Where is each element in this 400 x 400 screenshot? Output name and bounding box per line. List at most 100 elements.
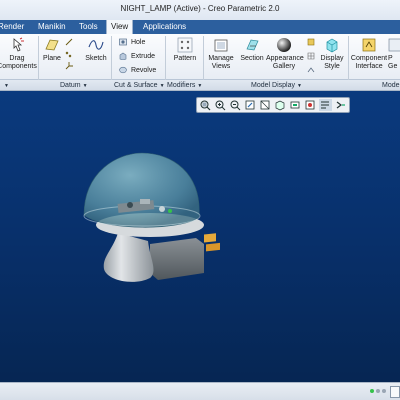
group-datum[interactable]: Datum ▼ <box>60 80 88 91</box>
display-style-label: Display Style <box>320 55 344 70</box>
zoom-in-icon[interactable] <box>214 99 227 111</box>
manage-views-label: Manage Views <box>208 55 234 70</box>
plug-prong-upper <box>204 233 216 243</box>
group-model-partial-label: Mode <box>382 82 400 89</box>
component-interface-button[interactable]: Component Interface <box>350 37 388 71</box>
plane-button[interactable]: Plane <box>40 37 64 63</box>
component-indicator <box>168 209 172 213</box>
revolve-button[interactable]: Revolve <box>119 66 156 75</box>
window-titlebar: NIGHT_LAMP (Active) - Creo Parametric 2.… <box>0 0 400 20</box>
dropdown-caret-icon: ▼ <box>4 83 9 89</box>
section-button[interactable]: Section <box>238 37 266 63</box>
more-icon[interactable] <box>334 99 347 111</box>
display-style-icon[interactable] <box>274 99 287 111</box>
axis-button[interactable] <box>65 38 75 47</box>
repaint-icon[interactable] <box>244 99 257 111</box>
component-interface-label: Component Interface <box>350 55 388 70</box>
dropdown-caret-icon: ▼ <box>82 83 88 89</box>
datum-display-icon[interactable] <box>289 99 302 111</box>
partial-label-2: Ge <box>388 63 398 70</box>
night-lamp-model[interactable] <box>0 91 400 382</box>
window-title: NIGHT_LAMP (Active) - Creo Parametric 2.… <box>120 4 280 13</box>
glass-dome <box>83 152 200 228</box>
axis-icon <box>65 38 73 46</box>
section-icon <box>246 39 259 51</box>
revolve-icon <box>119 67 127 74</box>
zoom-out-icon[interactable] <box>229 99 242 111</box>
partial-tool-icon <box>388 38 400 52</box>
tab-manikin[interactable]: Manikin <box>38 20 66 34</box>
tab-view[interactable]: View <box>106 20 134 34</box>
layer-icon <box>307 38 315 46</box>
drag-components-label: Drag Components <box>0 55 37 70</box>
saved-orientations-icon[interactable] <box>259 99 272 111</box>
component-led <box>159 206 165 212</box>
extrude-button[interactable]: Extrude <box>119 52 155 61</box>
spin-center-icon[interactable] <box>304 99 317 111</box>
group-datum-label: Datum <box>60 82 81 89</box>
status-light-icon <box>370 389 374 393</box>
ribbon-group-bar: ▼ Datum ▼ Cut & Surface ▼ Modifiers ▼ Model… <box>0 80 400 91</box>
partial-ribbon-button[interactable]: P Ge <box>388 37 400 71</box>
graphics-viewport[interactable] <box>0 91 400 382</box>
manage-views-button[interactable]: Manage Views <box>205 37 237 71</box>
plug-housing <box>150 238 204 280</box>
ribbon-tab-bar: Render Manikin Tools View Applications <box>0 20 400 34</box>
component-interface-icon <box>362 38 376 52</box>
refit-icon[interactable] <box>199 99 212 111</box>
plane-label: Plane <box>43 55 61 62</box>
group-cut-surface[interactable]: Cut & Surface ▼ <box>114 80 165 91</box>
status-light-icon <box>376 389 380 393</box>
coordinate-system-icon <box>65 62 73 70</box>
display-style-button[interactable]: Display Style <box>316 37 348 71</box>
sketch-icon <box>88 40 104 50</box>
lamp-base <box>103 233 154 282</box>
scene-icon <box>307 67 315 73</box>
pattern-icon <box>177 37 193 53</box>
group-model-display-label: Model Display <box>251 82 295 89</box>
hole-icon <box>119 38 127 46</box>
dropdown-caret-icon: ▼ <box>197 83 203 89</box>
grid-icon <box>307 52 315 60</box>
group-model-partial[interactable]: Mode <box>382 80 400 91</box>
appearance-gallery-label: Appearance Gallery <box>266 55 304 70</box>
sketch-button[interactable]: Sketch <box>84 37 108 63</box>
tab-applications[interactable]: Applications <box>143 20 186 34</box>
extrude-icon <box>119 52 127 61</box>
group-modifiers[interactable]: Modifiers ▼ <box>167 80 202 91</box>
manage-views-icon <box>214 39 228 52</box>
revolve-label: Revolve <box>130 67 157 74</box>
pattern-label: Pattern <box>173 55 197 62</box>
filter-box[interactable] <box>390 386 400 398</box>
partial-label-1: P <box>388 55 393 62</box>
group-cut-surface-label: Cut & Surface <box>114 82 158 89</box>
extrude-label: Extrude <box>130 53 156 60</box>
dropdown-caret-icon: ▼ <box>296 83 302 89</box>
appearance-gallery-button[interactable]: Appearance Gallery <box>266 37 304 71</box>
csys-button[interactable] <box>65 62 75 71</box>
group-model-display[interactable]: Model Display ▼ <box>251 80 302 91</box>
display-style-cube-icon <box>326 38 338 53</box>
component-chip <box>140 199 150 204</box>
point-button[interactable] <box>65 50 75 59</box>
status-light-icon <box>382 389 386 393</box>
hole-button[interactable]: Hole <box>119 38 145 47</box>
status-bar <box>0 382 400 400</box>
tab-render[interactable]: Render <box>0 20 24 34</box>
dropdown-caret-icon: ▼ <box>159 83 165 89</box>
drag-components-button[interactable]: Drag Components <box>0 37 38 71</box>
drag-icon <box>13 37 24 52</box>
annotation-display-icon[interactable] <box>319 99 332 111</box>
hole-label: Hole <box>130 39 146 46</box>
tab-tools[interactable]: Tools <box>79 20 98 34</box>
group-dropdown-left[interactable]: ▼ <box>2 80 9 91</box>
plane-icon <box>45 39 59 51</box>
appearance-sphere-icon <box>277 38 291 52</box>
sketch-label: Sketch <box>85 55 107 62</box>
group-modifiers-label: Modifiers <box>167 82 196 89</box>
plug-prong-lower <box>206 242 220 252</box>
pattern-button[interactable]: Pattern <box>170 37 200 63</box>
component-capacitor <box>127 202 133 208</box>
section-label: Section <box>240 55 264 62</box>
view-toolbar <box>196 97 350 113</box>
